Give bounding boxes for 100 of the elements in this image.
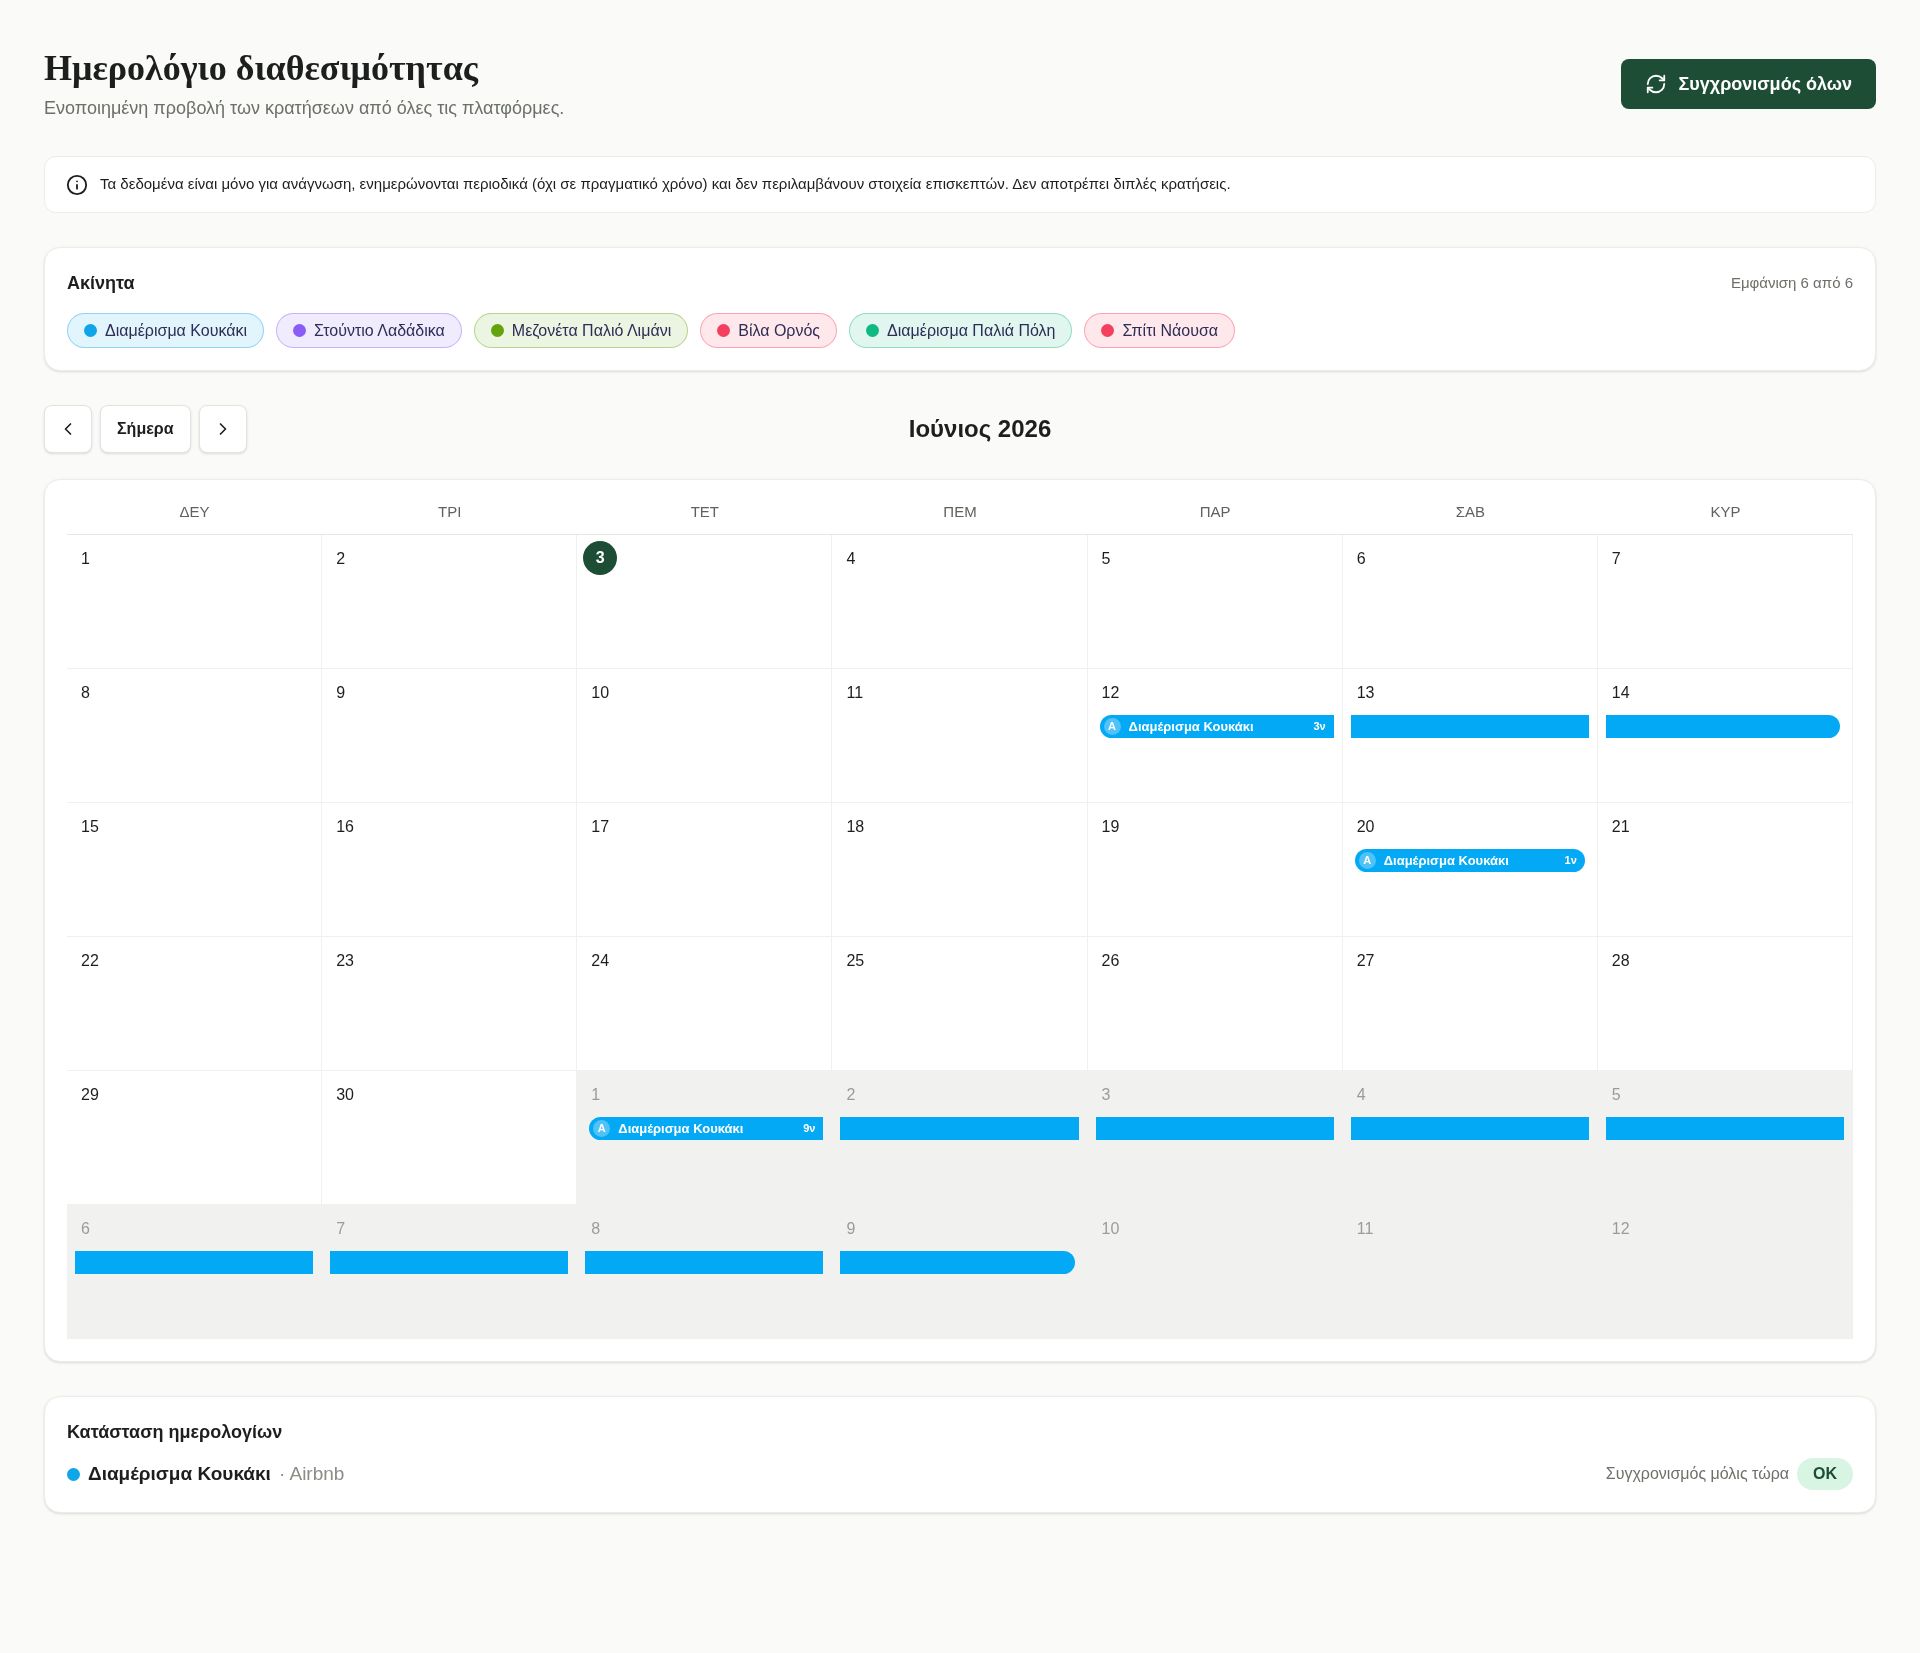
day-number: 16 xyxy=(336,817,354,837)
day-number: 18 xyxy=(846,817,865,837)
day-number: 12 xyxy=(1611,1219,1630,1239)
day-cell[interactable]: 5 xyxy=(1087,535,1343,669)
weekday-header: ΣΑΒ xyxy=(1454,501,1486,522)
property-chip[interactable]: Στούντιο Λαδάδικα xyxy=(276,313,462,348)
previous-button[interactable] xyxy=(44,405,92,453)
day-number: 9 xyxy=(336,683,346,703)
calendar-name: Διαμέρισμα Κουκάκι xyxy=(88,1461,271,1486)
day-cell[interactable]: 20 A Διαμέρισμα Κουκάκι 1ν xyxy=(1342,803,1598,937)
nights-count: 9ν xyxy=(803,1121,817,1137)
day-number: 6 xyxy=(81,1219,90,1239)
booking-bar[interactable] xyxy=(1605,715,1840,738)
day-cell[interactable]: 2 xyxy=(322,535,578,669)
day-number: 25 xyxy=(846,951,865,971)
day-cell[interactable]: 1 xyxy=(67,535,323,669)
day-cell[interactable]: 27 xyxy=(1342,937,1598,1071)
day-number: 26 xyxy=(1101,951,1120,971)
weekday-header: ΚΥΡ xyxy=(1709,501,1742,522)
next-button[interactable] xyxy=(198,405,247,453)
day-number: 11 xyxy=(846,683,864,703)
day-cell[interactable]: 24 xyxy=(577,937,833,1071)
day-cell[interactable]: 12 A Διαμέρισμα Κουκάκι 3ν xyxy=(1087,669,1343,803)
property-chip[interactable]: Μεζονέτα Παλιό Λιμάνι xyxy=(473,313,689,348)
section-title: Κατάσταση ημερολογίων xyxy=(67,1421,284,1444)
day-number: 28 xyxy=(1611,951,1630,971)
booking-bar[interactable] xyxy=(1095,1117,1334,1140)
booking-bar[interactable] xyxy=(1350,715,1589,738)
day-cell[interactable]: 15 xyxy=(67,803,323,937)
day-number: 15 xyxy=(81,817,99,837)
day-cell[interactable]: 21 xyxy=(1597,803,1853,937)
day-number: 22 xyxy=(81,951,99,971)
weekday-header: ΠΑΡ xyxy=(1198,501,1232,522)
day-number: 19 xyxy=(1101,817,1120,837)
property-chip[interactable]: Σπίτι Νάουσα xyxy=(1084,313,1236,348)
day-cell[interactable]: 6 xyxy=(1342,535,1598,669)
day-cell[interactable]: 16 xyxy=(322,803,578,937)
property-chip[interactable]: Διαμέρισμα Κουκάκι xyxy=(67,313,265,348)
day-cell[interactable]: 4 xyxy=(832,535,1088,669)
day-number: 8 xyxy=(81,683,90,703)
day-cell[interactable]: 28 xyxy=(1597,937,1853,1071)
day-number: 13 xyxy=(1356,683,1375,703)
day-number: 2 xyxy=(336,549,346,569)
day-number: 7 xyxy=(336,1219,346,1239)
day-number: 1 xyxy=(81,549,90,569)
refresh-icon xyxy=(1644,73,1667,95)
nights-count: 1ν xyxy=(1564,853,1578,869)
page-title: Ημερολόγιο διαθεσιμότητας xyxy=(44,47,480,90)
day-cell[interactable]: 11 xyxy=(832,669,1088,803)
day-number: 7 xyxy=(1611,549,1621,569)
calendar-source: · Airbnb xyxy=(278,1461,345,1486)
weekday-header: ΔΕΥ xyxy=(178,501,211,522)
day-number: 5 xyxy=(1101,549,1111,569)
day-cell[interactable]: 19 xyxy=(1087,803,1343,937)
day-cell[interactable]: 30 xyxy=(322,1071,578,1205)
today-button[interactable]: Σήμερα xyxy=(100,405,191,453)
property-chip[interactable]: Βίλα Ορνός xyxy=(700,313,838,348)
day-cell[interactable]: 14 xyxy=(1597,669,1853,803)
weekday-header: ΤΡΙ xyxy=(437,501,463,522)
section-title: Ακίνητα xyxy=(67,272,135,295)
property-chip[interactable]: Διαμέρισμα Παλιά Πόλη xyxy=(849,313,1073,348)
booking-bar[interactable] xyxy=(330,1251,569,1274)
booking-bar[interactable] xyxy=(840,1117,1079,1140)
booking-bar[interactable] xyxy=(1605,1117,1844,1140)
platform-badge: A xyxy=(1103,718,1121,735)
day-cell[interactable]: 9 xyxy=(322,669,578,803)
booking-label: Διαμέρισμα Κουκάκι xyxy=(618,1119,745,1138)
day-cell[interactable]: 26 xyxy=(1087,937,1343,1071)
day-cell[interactable]: 8 xyxy=(67,669,323,803)
day-number: 3 xyxy=(1101,1085,1111,1105)
day-cell[interactable]: 25 xyxy=(832,937,1088,1071)
weekday-header: ΤΕΤ xyxy=(689,501,720,522)
day-number: 12 xyxy=(1101,683,1120,703)
today-marker: 3 xyxy=(583,541,618,575)
day-cell[interactable]: 22 xyxy=(67,937,323,1071)
day-cell[interactable]: 18 xyxy=(832,803,1088,937)
day-number: 30 xyxy=(336,1085,354,1105)
day-cell[interactable]: 3 xyxy=(577,535,833,669)
day-number: 10 xyxy=(1101,1219,1120,1239)
weekday-header: ΠΕΜ xyxy=(942,501,978,522)
day-number: 23 xyxy=(336,951,354,971)
day-number: 8 xyxy=(591,1219,601,1239)
day-cell[interactable]: 10 xyxy=(577,669,833,803)
day-cell[interactable]: 29 xyxy=(67,1071,323,1205)
booking-bar[interactable] xyxy=(840,1251,1075,1274)
day-cell[interactable]: 23 xyxy=(322,937,578,1071)
booking-bar[interactable] xyxy=(585,1251,824,1274)
day-cell[interactable]: 7 xyxy=(1597,535,1853,669)
platform-badge: A xyxy=(1358,852,1376,869)
info-text: Τα δεδομένα είναι μόνο για ανάγνωση, ενημερώνονται περιοδικά (όχι σε πραγματικό χρόνο) και δεν περιλαμβάνουν στοιχεία επισκεπτών. Δεν αποτρέπει διπλές κρατήσεις. xyxy=(100,174,1231,195)
booking-bar[interactable] xyxy=(75,1251,314,1274)
day-cell[interactable]: 13 xyxy=(1342,669,1598,803)
day-number: 10 xyxy=(591,683,610,703)
day-cell[interactable]: 17 xyxy=(577,803,833,937)
day-number: 27 xyxy=(1356,951,1375,971)
day-number: 2 xyxy=(846,1085,856,1105)
day-number: 9 xyxy=(846,1219,856,1239)
booking-bar[interactable] xyxy=(1350,1117,1589,1140)
sync-all-button[interactable]: Συγχρονισμός όλων xyxy=(1620,59,1876,109)
sync-status: Συγχρονισμός μόλις τώρα xyxy=(1605,1464,1789,1484)
